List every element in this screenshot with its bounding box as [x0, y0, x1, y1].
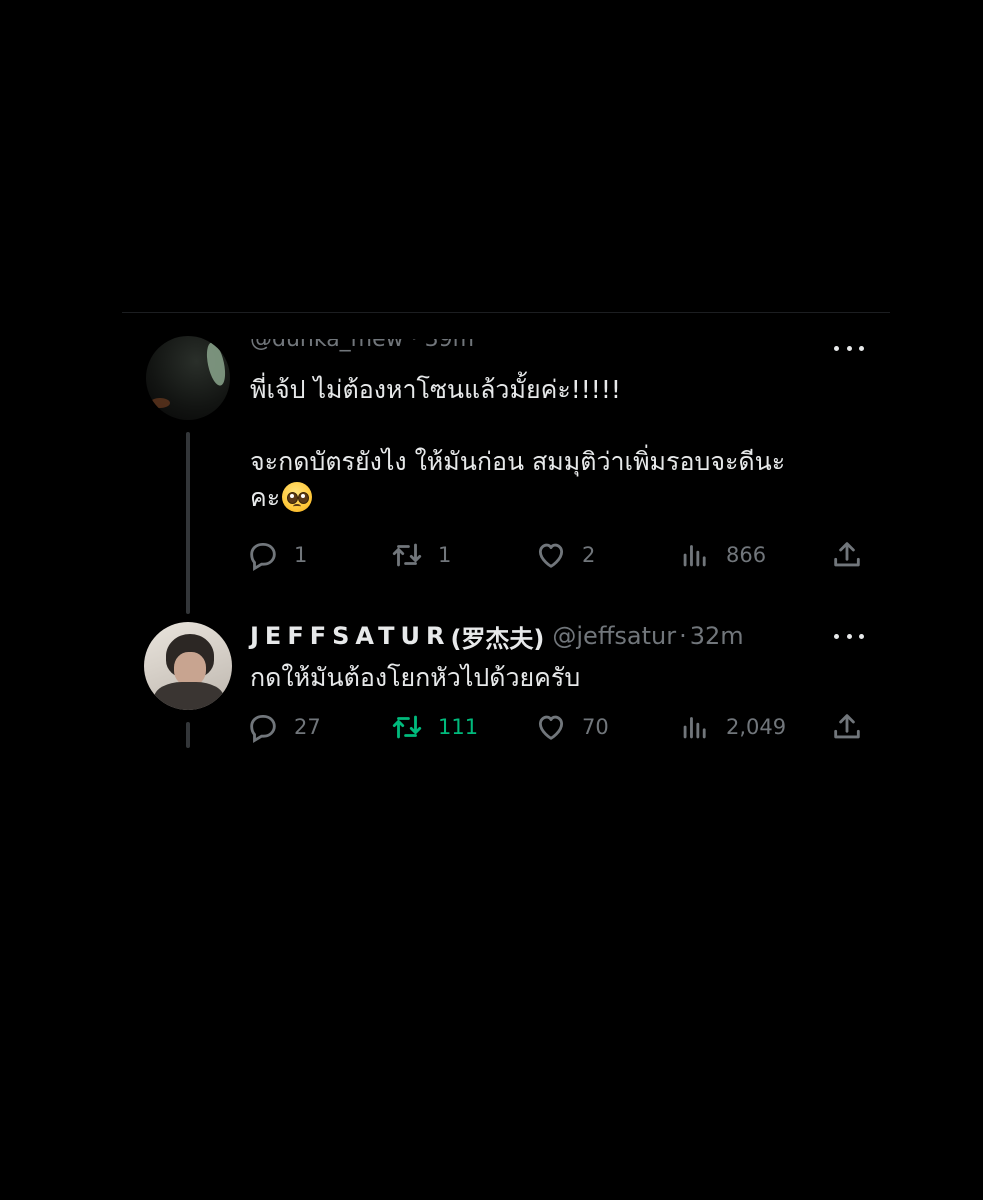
retweet-count: 1 — [438, 543, 452, 567]
parent-tweet-body: พี่เจ้ป ไม่ต้องหาโซนแล้วมั้ยค่ะ!!!!! จะก… — [250, 375, 786, 512]
reply-icon — [250, 542, 276, 571]
views-icon — [683, 545, 706, 567]
display-name-cn[interactable]: (罗杰夫) — [450, 619, 544, 654]
reply-tweet-text: กดให้มันต้องโยกหัวไปด้วยครับ — [250, 663, 581, 692]
more-icon[interactable] — [834, 626, 864, 646]
retweet-button[interactable]: 1 — [390, 538, 451, 572]
heart-icon — [538, 715, 564, 740]
like-count: 2 — [582, 543, 596, 567]
retweet-count: 111 — [438, 715, 479, 739]
reply-header: JEFFSATUR (罗杰夫) @jeffsatur · 32m — [250, 618, 744, 654]
reply-button[interactable]: 27 — [246, 710, 321, 744]
thread-line — [186, 432, 190, 614]
views-count: 2,049 — [726, 715, 787, 739]
more-icon[interactable] — [834, 338, 864, 358]
retweet-icon — [392, 715, 422, 739]
timestamp[interactable]: 32m — [690, 622, 744, 650]
like-button[interactable]: 2 — [534, 538, 595, 572]
reply-count: 27 — [294, 715, 321, 739]
avatar[interactable] — [144, 622, 232, 710]
views-button[interactable]: 2,049 — [678, 710, 786, 744]
share-icon — [834, 542, 860, 567]
views-icon — [683, 717, 706, 739]
retweet-button[interactable]: 111 — [390, 710, 478, 744]
user-handle[interactable]: @jeffsatur — [552, 622, 676, 650]
parent-action-bar: 1 1 2 866 — [246, 538, 866, 572]
share-button[interactable] — [830, 538, 864, 572]
reply-button[interactable]: 1 — [246, 538, 307, 572]
reply-count: 1 — [294, 543, 308, 567]
views-count: 866 — [726, 543, 767, 567]
share-icon — [834, 714, 860, 739]
views-button[interactable]: 866 — [678, 538, 766, 572]
share-button[interactable] — [830, 710, 864, 744]
parent-tweet-text: พี่เจ้ป ไม่ต้องหาโซนแล้วมั้ยค่ะ!!!!! จะก… — [250, 372, 860, 516]
thread-line — [186, 722, 190, 748]
pleading-face-emoji — [282, 482, 313, 512]
separator-dot: · — [679, 622, 687, 650]
avatar[interactable] — [146, 336, 230, 420]
reply-action-bar: 27 111 70 2,049 — [246, 710, 866, 744]
display-name[interactable]: JEFFSATUR — [250, 622, 450, 650]
reply-icon — [250, 714, 276, 743]
parent-username[interactable]: @dunka_mew · 39m — [250, 339, 540, 359]
heart-icon — [538, 543, 564, 568]
like-button[interactable]: 70 — [534, 710, 609, 744]
like-count: 70 — [582, 715, 609, 739]
retweet-icon — [392, 543, 422, 567]
